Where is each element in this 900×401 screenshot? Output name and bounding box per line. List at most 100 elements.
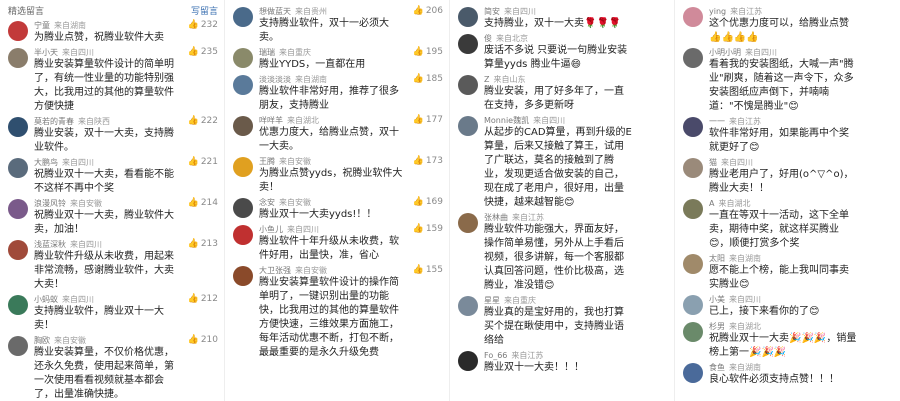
like-button[interactable]: 👍 195 [413, 47, 443, 57]
avatar[interactable] [8, 240, 28, 260]
like-button[interactable]: 👍 222 [188, 116, 218, 126]
commenter-name[interactable]: Fo_66 [484, 351, 507, 360]
comment-body: 简安 来自四川 支持腾业，双十一大卖🌹🌹🌹 [484, 6, 668, 31]
avatar[interactable] [233, 48, 253, 68]
avatar[interactable] [233, 75, 253, 95]
comment-text: 支持腾业，双十一大卖🌹🌹🌹 [484, 18, 622, 29]
commenter-name[interactable]: 大鹏鸟 [34, 158, 58, 167]
avatar[interactable] [683, 48, 703, 68]
commenter-name[interactable]: 莫若的青春 [34, 117, 74, 126]
like-button[interactable]: 👍 185 [413, 74, 443, 84]
like-button[interactable]: 👍 177 [413, 115, 443, 125]
commenter-name[interactable]: 小明小明 [709, 48, 741, 57]
comment-text: 为腾业点赞yyds，祝腾业软件大卖！ [259, 168, 403, 193]
commenter-name[interactable]: 小蚂蚁 [34, 295, 58, 304]
like-button[interactable]: 👍 173 [413, 156, 443, 166]
commenter-name[interactable]: 简安 [484, 7, 500, 16]
commenter-location: 来自四川 [70, 240, 102, 249]
avatar[interactable] [8, 336, 28, 356]
avatar[interactable] [233, 225, 253, 245]
avatar[interactable] [458, 75, 478, 95]
like-button[interactable]: 👍 169 [413, 197, 443, 207]
commenter-name[interactable]: A [709, 199, 714, 208]
avatar[interactable] [8, 158, 28, 178]
commenter-name[interactable]: 想做蓝天 [259, 7, 291, 16]
commenter-name[interactable]: 星星 [484, 296, 500, 305]
commenter-name[interactable]: 浅蓝深秋 [34, 240, 66, 249]
avatar[interactable] [683, 254, 703, 274]
commenter-location: 来自安徽 [295, 266, 327, 275]
commenter-name[interactable]: 念安 [259, 198, 275, 207]
avatar[interactable] [233, 157, 253, 177]
commenter-name[interactable]: 张林曲 [484, 213, 508, 222]
comment-text: 腾业软件非常好用，推荐了很多朋友，支持腾业 [259, 86, 399, 111]
commenter-name[interactable]: 太阳 [709, 254, 725, 263]
like-button[interactable]: 👍 221 [188, 157, 218, 167]
comment-item: Z 来自山东 腾业安装，用了好多年了，一直在支持，多多更新呀 [458, 74, 668, 113]
like-button[interactable]: 👍 210 [188, 335, 218, 345]
commenter-name[interactable]: 淡淡淡淡 [259, 75, 291, 84]
avatar[interactable] [458, 116, 478, 136]
commenter-name[interactable]: 大卫张强 [259, 266, 291, 275]
avatar[interactable] [458, 296, 478, 316]
comment-text: 这个优惠力度可以，给腾业点赞👍👍👍👍 [709, 18, 849, 43]
avatar[interactable] [683, 117, 703, 137]
commenter-name[interactable]: 咩咩羊 [259, 116, 283, 125]
comment-body: 俊来自北京 废话不多说 只要说一句腾业安装算量yyds 腾业牛逼😄 [484, 33, 668, 72]
avatar[interactable] [233, 198, 253, 218]
write-comment-link[interactable]: 写留言 [191, 4, 218, 17]
like-button[interactable]: 👍 206 [413, 6, 443, 16]
like-button[interactable]: 👍 214 [188, 198, 218, 208]
like-count: 177 [425, 115, 443, 125]
avatar[interactable] [683, 158, 703, 178]
commenter-name[interactable]: 小美 [709, 295, 725, 304]
comment-text: 祝腾业双十一大卖，看看能不能不这样不再中个奖 [34, 169, 174, 194]
avatar[interactable] [458, 351, 478, 371]
commenter-name[interactable]: 食鱼 [709, 363, 725, 372]
like-button[interactable]: 👍 159 [413, 224, 443, 234]
comment-text: 祝腾业双十一大卖🎉🎉🎉，销量榜上第一🎉🎉🎉 [709, 333, 857, 358]
comment-item: 大鹏鸟 来自四川 祝腾业双十一大卖，看看能不能不这样不再中个奖 👍 221 [8, 157, 218, 196]
avatar[interactable] [233, 7, 253, 27]
commenter-name[interactable]: Z [484, 75, 489, 84]
avatar[interactable] [458, 7, 478, 27]
like-count: 213 [200, 239, 218, 249]
like-button[interactable]: 👍 212 [188, 294, 218, 304]
avatar[interactable] [8, 21, 28, 41]
like-button[interactable]: 👍 235 [188, 47, 218, 57]
comment-item: A 来自湖北 一直在等双十一活动，这下全单卖，期待中奖，就这样买腾业😊，顺便打赏多个… [683, 198, 894, 251]
avatar[interactable] [683, 295, 703, 315]
avatar[interactable] [683, 363, 703, 383]
commenter-name[interactable]: 浪漫风铃 [34, 199, 66, 208]
avatar[interactable] [8, 199, 28, 219]
avatar[interactable] [8, 117, 28, 137]
thumbs-up-icon: 👍 [187, 47, 199, 57]
avatar[interactable] [683, 322, 703, 342]
like-button[interactable]: 👍 232 [188, 20, 218, 30]
commenter-name[interactable]: ying [709, 7, 726, 16]
commenter-name[interactable]: 杉男 [709, 322, 725, 331]
avatar[interactable] [233, 116, 253, 136]
avatar[interactable] [8, 48, 28, 68]
commenter-name[interactable]: 半小天 [34, 48, 58, 57]
comment-text: 看着我的安装图纸，大喊一声"腾业"刷爽，随着这一声令下，众多安装图纸应声倒下，并… [709, 59, 854, 112]
commenter-name[interactable]: 一一 [709, 117, 725, 126]
commenter-name[interactable]: 王腾 [259, 157, 275, 166]
commenter-name[interactable]: 宁童 [34, 21, 50, 30]
avatar[interactable] [458, 213, 478, 233]
avatar[interactable] [683, 199, 703, 219]
commenter-name[interactable]: 瑞瑞 [259, 48, 275, 57]
avatar[interactable] [458, 34, 478, 54]
like-count: 206 [425, 6, 443, 16]
commenter-name[interactable]: 猫 [709, 158, 717, 167]
like-button[interactable]: 👍 213 [188, 239, 218, 249]
commenter-name[interactable]: 胸欧 [34, 336, 50, 345]
commenter-name[interactable]: 小鱼儿 [259, 225, 283, 234]
commenter-location: 来自安徽 [70, 199, 102, 208]
commenter-name[interactable]: 俊 [484, 34, 492, 43]
avatar[interactable] [683, 7, 703, 27]
avatar[interactable] [8, 295, 28, 315]
commenter-name[interactable]: Monnie魏凯 [484, 116, 529, 125]
avatar[interactable] [233, 266, 253, 286]
like-button[interactable]: 👍 155 [413, 265, 443, 275]
